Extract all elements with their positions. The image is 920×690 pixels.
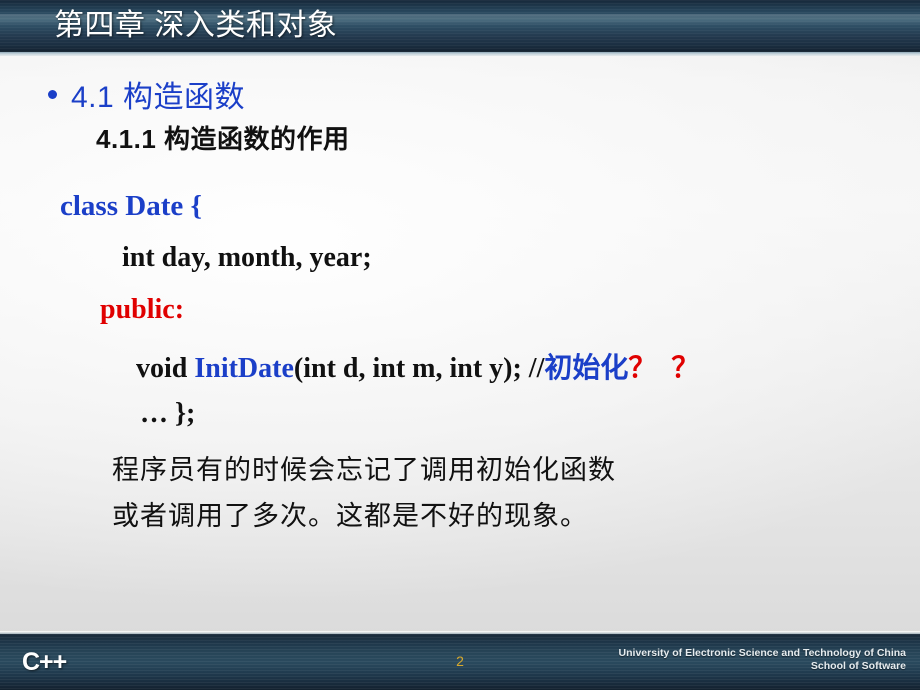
slide-canvas: 第四章 深入类和对象 4.1 构造函数 4.1.1 构造函数的作用 class … [0, 0, 920, 690]
subsection-heading: 4.1.1 构造函数的作用 [96, 124, 350, 154]
code-line-access-specifier: public: [100, 294, 185, 325]
code-method-name: InitDate [194, 353, 294, 384]
explanation-line-2: 或者调用了多次。这都是不好的现象。 [112, 501, 588, 531]
bullet-heading-row: 4.1 构造函数 [48, 72, 245, 116]
code-line-member-fields: int day, month, year; [122, 242, 372, 273]
slide-content: 4.1 构造函数 4.1.1 构造函数的作用 class Date { int … [0, 56, 920, 634]
code-line-method-declaration: void InitDate(int d, int m, int y); //初始… [136, 346, 703, 386]
slide-footer-bar: C++ 2 University of Electronic Science a… [0, 634, 920, 690]
bullet-dot-icon [48, 89, 57, 99]
code-comment-chinese: 初始化 [544, 353, 629, 384]
explanation-line-1: 程序员有的时候会忘记了调用初始化函数 [112, 455, 616, 485]
code-keyword-void: void [136, 353, 195, 384]
code-line-class-declaration: class Date { [60, 190, 202, 222]
organization-credit: University of Electronic Science and Tec… [619, 647, 906, 673]
code-line-ellipsis-close: … }; [140, 398, 196, 429]
code-comment-question-marks: ？ ？ [628, 353, 704, 384]
organization-line-1: University of Electronic Science and Tec… [618, 647, 906, 659]
slide-title: 第四章 深入类和对象 [54, 9, 338, 42]
section-heading: 4.1 构造函数 [71, 81, 246, 114]
organization-line-2: School of Software [810, 660, 906, 672]
code-method-params: (int d, int m, int y); // [293, 353, 545, 384]
